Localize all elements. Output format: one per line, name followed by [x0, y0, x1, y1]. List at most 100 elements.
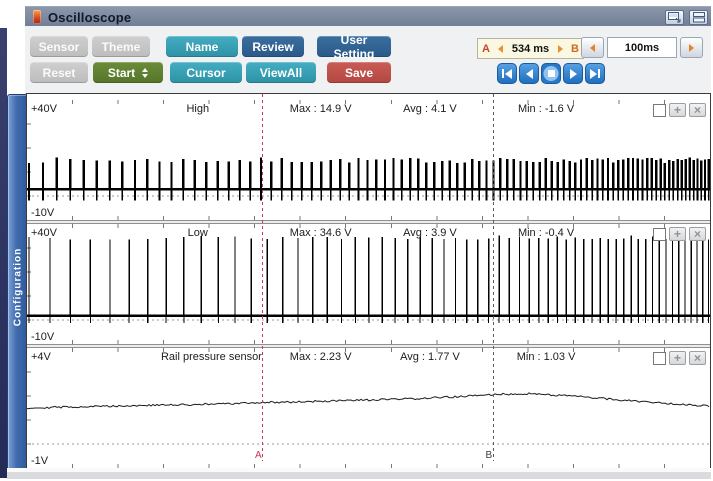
channel-panel-high: +40V High Max : 14.9 V Avg : 4.1 V Min :…: [27, 100, 710, 220]
toolbar-row-1: Sensor Theme Name Review User Setting: [30, 36, 391, 57]
left-arrow-icon: [590, 44, 595, 52]
step-back-button[interactable]: [519, 63, 539, 84]
oscilloscope-app: Oscilloscope Sensor Theme: [0, 0, 713, 481]
right-triangle-icon: [570, 69, 577, 79]
avg-readout: Avg : 4.1 V: [403, 103, 457, 115]
name-button[interactable]: Name: [166, 36, 238, 57]
tile-windows-button[interactable]: [689, 10, 708, 25]
channel-zoom-button[interactable]: +: [669, 227, 686, 241]
plot-area: +40V High Max : 14.9 V Avg : 4.1 V Min :…: [26, 93, 711, 468]
toolbar-row-2: Reset Start Cursor ViewAll Save: [30, 62, 391, 83]
waveform-channel-2: [27, 224, 710, 344]
sensor-button-label: Sensor: [39, 40, 80, 54]
start-spinner-icon: [142, 68, 148, 78]
cursor-button[interactable]: Cursor: [170, 62, 242, 83]
scale-bottom-label: -1V: [31, 455, 48, 467]
channel-panel-rail-pressure: +4V Rail pressure sensor Max : 2.23 V Av…: [27, 348, 710, 468]
skip-to-end-button[interactable]: [585, 63, 605, 84]
max-readout: Max : 14.9 V: [290, 103, 352, 115]
reset-button-label: Reset: [43, 66, 76, 80]
cursor-b-line[interactable]: [493, 94, 494, 461]
review-button-label: Review: [252, 40, 293, 54]
timebase-value: 100ms: [607, 37, 677, 58]
min-readout: Min : -0.4 V: [518, 227, 574, 239]
left-triangle-icon: [526, 69, 533, 79]
waveform-channel-3: [27, 348, 710, 468]
sensor-button[interactable]: Sensor: [30, 36, 88, 57]
save-button[interactable]: Save: [327, 62, 391, 83]
window-footer: [7, 468, 711, 479]
min-readout: Min : 1.03 V: [517, 351, 576, 363]
window-title: Oscilloscope: [48, 10, 131, 25]
channel-checkbox[interactable]: [653, 104, 666, 117]
configuration-tab[interactable]: Configuration: [7, 94, 28, 479]
scale-bottom-label: -10V: [31, 331, 54, 343]
theme-button-label: Theme: [102, 40, 141, 54]
review-button[interactable]: Review: [242, 36, 304, 57]
avg-readout: Avg : 1.77 V: [400, 351, 460, 363]
ab-right-arrow-icon[interactable]: [558, 45, 563, 53]
close-icon: ×: [694, 228, 701, 240]
channel-controls: + ×: [653, 351, 706, 365]
close-icon: ×: [694, 352, 701, 364]
start-button[interactable]: Start: [93, 62, 163, 83]
channel-name-label: Low: [188, 227, 208, 239]
timebase-increase-button[interactable]: [680, 37, 703, 58]
bar-icon: [598, 69, 600, 78]
playback-controls: [497, 63, 605, 84]
viewall-button[interactable]: ViewAll: [246, 62, 316, 83]
cursor-a-label: A: [255, 450, 262, 461]
channel-panel-low: +40V Low Max : 34.6 V Avg : 3.9 V Min : …: [27, 224, 710, 344]
cursor-button-label: Cursor: [186, 66, 225, 80]
bar-icon: [502, 69, 504, 78]
popout-window-button[interactable]: [665, 10, 684, 25]
cursor-a-tag: A: [482, 43, 490, 55]
channel-close-button[interactable]: ×: [689, 227, 706, 241]
toolbar-buttons: Sensor Theme Name Review User Setting Re…: [30, 36, 391, 83]
right-arrow-icon: [689, 44, 694, 52]
left-frame: [0, 28, 7, 478]
stop-button[interactable]: [541, 63, 561, 84]
ab-time-value: 534 ms: [512, 43, 549, 55]
channel-close-button[interactable]: ×: [689, 103, 706, 117]
theme-button[interactable]: Theme: [92, 36, 150, 57]
channel-name-label: Rail pressure sensor: [161, 351, 262, 363]
channel-controls: + ×: [653, 227, 706, 241]
avg-readout: Avg : 3.9 V: [403, 227, 457, 239]
timebase-decrease-button[interactable]: [581, 37, 604, 58]
channel-checkbox[interactable]: [653, 352, 666, 365]
max-readout: Max : 34.6 V: [290, 227, 352, 239]
step-forward-button[interactable]: [563, 63, 583, 84]
app-icon: [33, 10, 41, 24]
close-icon: ×: [694, 104, 701, 116]
configuration-tab-label: Configuration: [12, 247, 23, 326]
channel-checkbox[interactable]: [653, 228, 666, 241]
min-readout: Min : -1.6 V: [518, 103, 574, 115]
scale-top-label: +40V: [31, 227, 57, 239]
title-bar: Oscilloscope: [25, 6, 711, 27]
viewall-button-label: ViewAll: [260, 66, 302, 80]
plus-icon: +: [674, 104, 681, 116]
save-button-label: Save: [345, 66, 373, 80]
skip-to-start-button[interactable]: [497, 63, 517, 84]
channel-close-button[interactable]: ×: [689, 351, 706, 365]
waveform-channel-1: [27, 100, 710, 220]
tile-windows-icon: [693, 12, 705, 23]
channel-zoom-button[interactable]: +: [669, 103, 686, 117]
start-button-label: Start: [108, 66, 135, 80]
plus-icon: +: [674, 352, 681, 364]
cursor-a-line[interactable]: [262, 94, 263, 461]
plus-icon: +: [674, 228, 681, 240]
left-triangle-icon: [505, 69, 512, 79]
scale-top-label: +4V: [31, 351, 51, 363]
channel-zoom-button[interactable]: +: [669, 351, 686, 365]
reset-button[interactable]: Reset: [30, 62, 88, 83]
right-triangle-icon: [590, 69, 597, 79]
toolbar: Sensor Theme Name Review User Setting Re…: [25, 26, 711, 94]
window-buttons: [665, 10, 708, 25]
channel-name-label: High: [186, 103, 209, 115]
ab-left-arrow-icon[interactable]: [498, 45, 503, 53]
cursor-b-label: B: [485, 450, 492, 461]
user-setting-button[interactable]: User Setting: [317, 36, 391, 57]
max-readout: Max : 2.23 V: [290, 351, 352, 363]
